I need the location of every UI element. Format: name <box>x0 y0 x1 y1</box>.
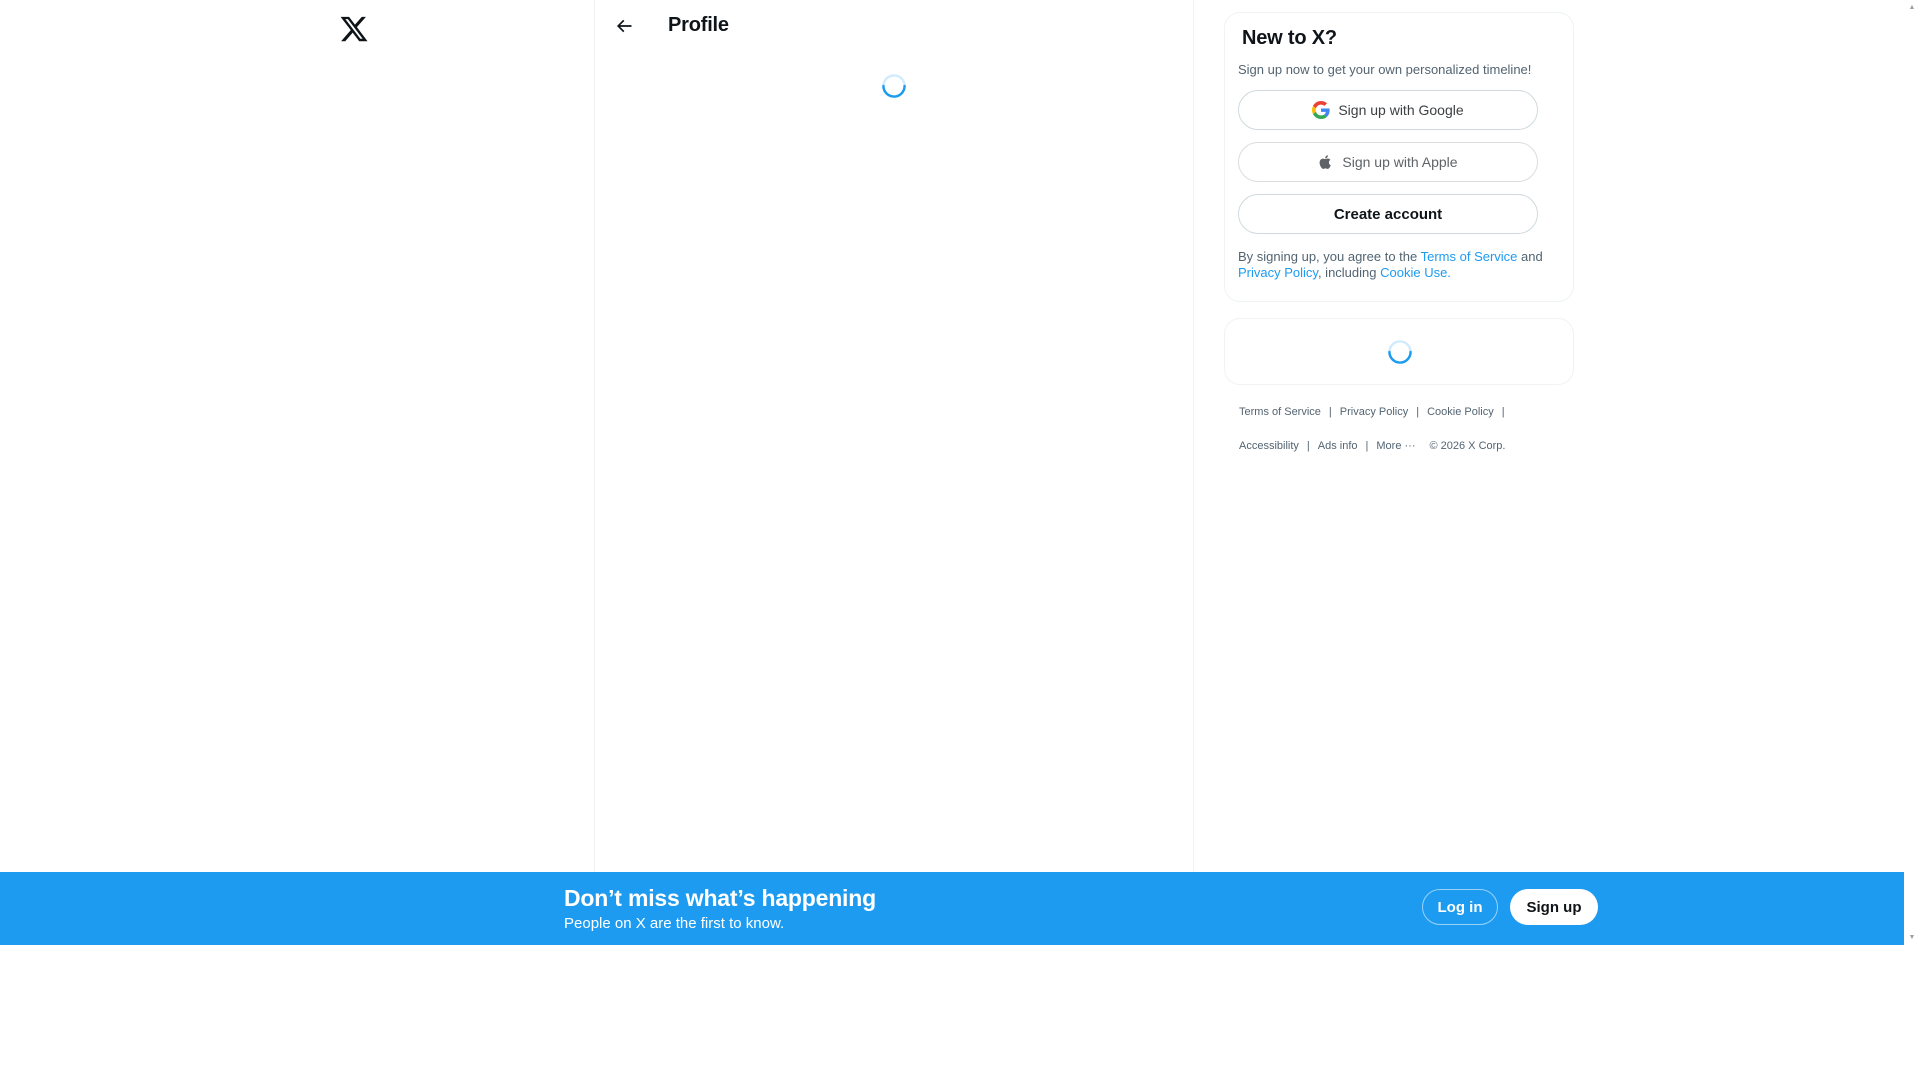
footer-more-link[interactable]: More ··· <box>1376 439 1415 453</box>
scroll-down-icon[interactable]: ▼ <box>1908 934 1916 942</box>
create-account-button[interactable]: Create account <box>1238 194 1538 234</box>
x-logo-icon[interactable] <box>331 8 377 50</box>
footer-cookie-link[interactable]: Cookie Policy <box>1427 405 1494 419</box>
signup-google-button[interactable]: Sign up with Google <box>1238 90 1538 130</box>
right-sidebar: New to X? Sign up now to get your own pe… <box>1224 12 1574 453</box>
create-account-label: Create account <box>1333 205 1443 223</box>
signup-title: New to X? <box>1242 27 1337 49</box>
footer-ads-link[interactable]: Ads info <box>1318 439 1358 453</box>
loading-spinner-icon <box>882 74 906 98</box>
page: Profile New to X? Sign up now to get you… <box>0 0 1904 1080</box>
x-logo-svg <box>340 16 368 42</box>
signup-button[interactable]: Sign up <box>1510 889 1598 925</box>
footer-terms-link[interactable]: Terms of Service <box>1239 405 1321 419</box>
footer-separator: | <box>1365 440 1369 452</box>
bottom-signup-banner: Don’t miss what’s happening People on X … <box>0 872 1904 945</box>
signup-apple-label: Sign up with Apple <box>1342 154 1458 170</box>
signup-apple-button[interactable]: Sign up with Apple <box>1238 142 1538 182</box>
trends-card <box>1224 318 1574 385</box>
signup-subtitle: Sign up now to get your own personalized… <box>1238 62 1532 77</box>
back-button[interactable] <box>606 8 642 44</box>
footer-separator: | <box>1501 406 1505 418</box>
arrow-left-icon <box>616 19 632 33</box>
signup-card: New to X? Sign up now to get your own pe… <box>1224 12 1574 302</box>
footer-privacy-link[interactable]: Privacy Policy <box>1340 405 1408 419</box>
legal-and: and <box>1517 249 1543 264</box>
footer-separator: | <box>1306 440 1310 452</box>
terms-of-service-link[interactable]: Terms of Service <box>1421 249 1518 264</box>
login-button[interactable]: Log in <box>1422 889 1498 925</box>
footer-copyright: © 2026 X Corp. <box>1429 440 1506 452</box>
google-icon <box>1312 101 1330 119</box>
footer-separator: | <box>1328 406 1332 418</box>
footer-accessibility-link[interactable]: Accessibility <box>1239 439 1299 453</box>
cookie-use-link[interactable]: Cookie Use. <box>1380 265 1451 280</box>
legal-prefix: By signing up, you agree to the <box>1238 249 1421 264</box>
main-column: Profile <box>596 0 1194 872</box>
left-navigation <box>0 0 595 872</box>
banner-subtitle: People on X are the first to know. <box>564 915 785 932</box>
page-title: Profile <box>668 14 729 36</box>
banner-title: Don’t miss what’s happening <box>564 885 876 911</box>
legal-including: , including <box>1317 265 1381 280</box>
footer-links: Terms of Service | Privacy Policy | Cook… <box>1224 405 1574 453</box>
footer-separator: | <box>1416 406 1420 418</box>
legal-text: By signing up, you agree to the Terms of… <box>1238 249 1560 281</box>
loading-spinner-icon <box>1388 340 1412 364</box>
profile-header: Profile <box>596 0 1194 53</box>
page-scrollbar[interactable]: ▲ ▼ <box>1904 0 1920 946</box>
signup-google-label: Sign up with Google <box>1338 102 1464 118</box>
scroll-up-icon[interactable]: ▲ <box>1908 4 1916 12</box>
apple-icon <box>1319 155 1332 169</box>
privacy-policy-link[interactable]: Privacy Policy <box>1238 265 1318 280</box>
